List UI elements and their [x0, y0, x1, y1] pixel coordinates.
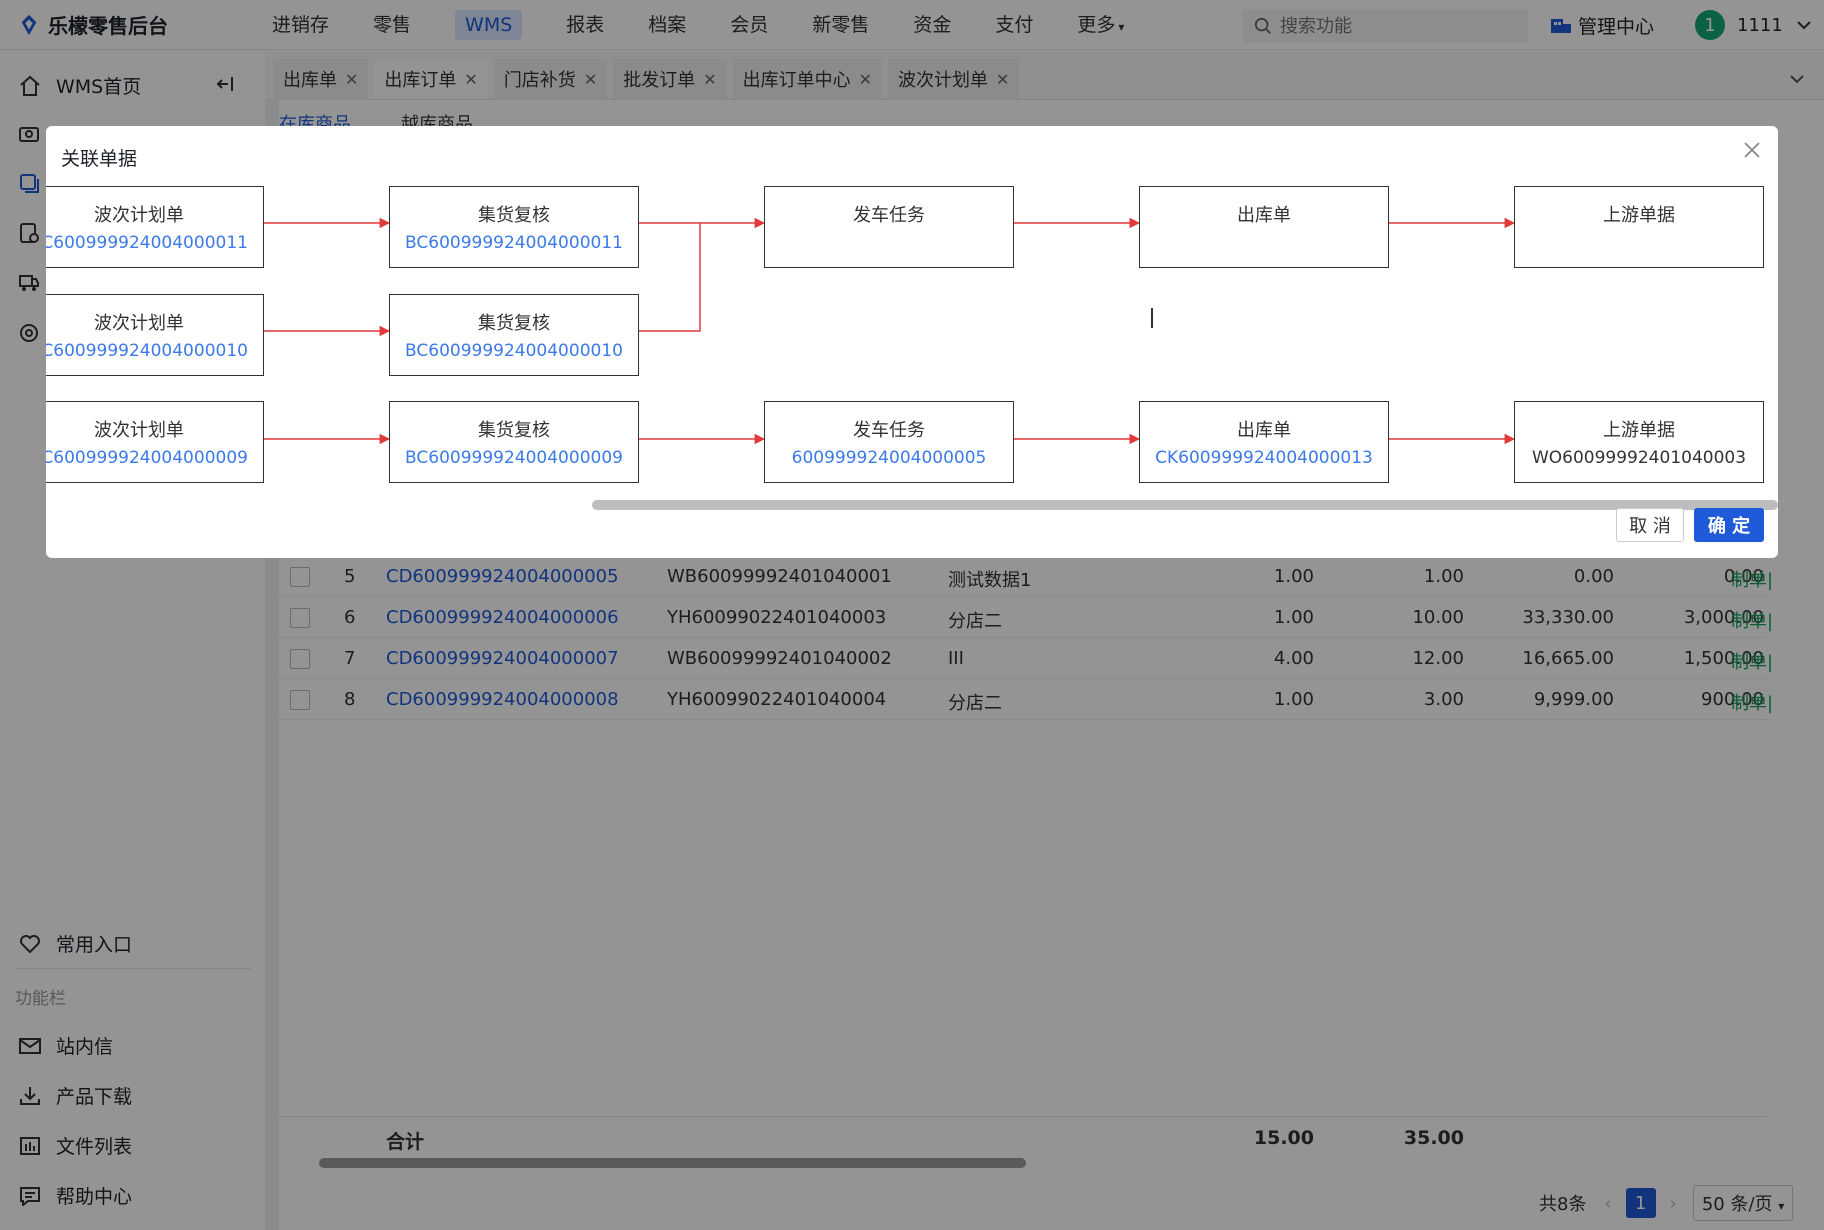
flow-node-wave-plan[interactable]: 波次计划单 BC600999924004000009	[46, 401, 264, 483]
flow-node-collect-review[interactable]: 集货复核 BC600999924004000010	[389, 294, 639, 376]
flow-node-wave-plan[interactable]: 波次计划单 BC600999924004000011	[46, 186, 264, 268]
doc-link[interactable]: BC600999924004000009	[390, 448, 638, 468]
doc-link[interactable]: BC600999924004000011	[390, 233, 638, 253]
doc-link[interactable]: BC600999924004000010	[390, 341, 638, 361]
flow-node-outbound[interactable]: 出库单 CK600999924004000013	[1139, 401, 1389, 483]
doc-link[interactable]: 600999924004000005	[765, 448, 1013, 468]
flow-node-wave-plan[interactable]: 波次计划单 BC600999924004000010	[46, 294, 264, 376]
flow-node-collect-review[interactable]: 集货复核 BC600999924004000009	[389, 401, 639, 483]
text-caret	[1151, 308, 1153, 328]
related-documents-modal: 关联单据 波次计划单 BC600999924004000011 集货复核 BC6…	[46, 126, 1778, 558]
cancel-button[interactable]: 取 消	[1616, 508, 1684, 542]
confirm-button[interactable]: 确 定	[1694, 508, 1764, 542]
flow-node-upstream[interactable]: 上游单据	[1514, 186, 1764, 268]
doc-link[interactable]: BC600999924004000009	[46, 448, 263, 468]
modal-scrollbar[interactable]	[592, 500, 1778, 510]
doc-link[interactable]: BC600999924004000010	[46, 341, 263, 361]
close-icon[interactable]	[1740, 138, 1764, 162]
flow-node-dispatch-task[interactable]: 发车任务 600999924004000005	[764, 401, 1014, 483]
flow-node-upstream[interactable]: 上游单据 WO60099992401040003	[1514, 401, 1764, 483]
flow-merge-connector	[639, 223, 701, 332]
doc-link[interactable]: CK600999924004000013	[1140, 448, 1388, 468]
flow-node-collect-review[interactable]: 集货复核 BC600999924004000011	[389, 186, 639, 268]
doc-link[interactable]: BC600999924004000011	[46, 233, 263, 253]
modal-title: 关联单据	[61, 148, 138, 170]
flow-node-outbound[interactable]: 出库单	[1139, 186, 1389, 268]
flow-node-dispatch-task[interactable]: 发车任务	[764, 186, 1014, 268]
